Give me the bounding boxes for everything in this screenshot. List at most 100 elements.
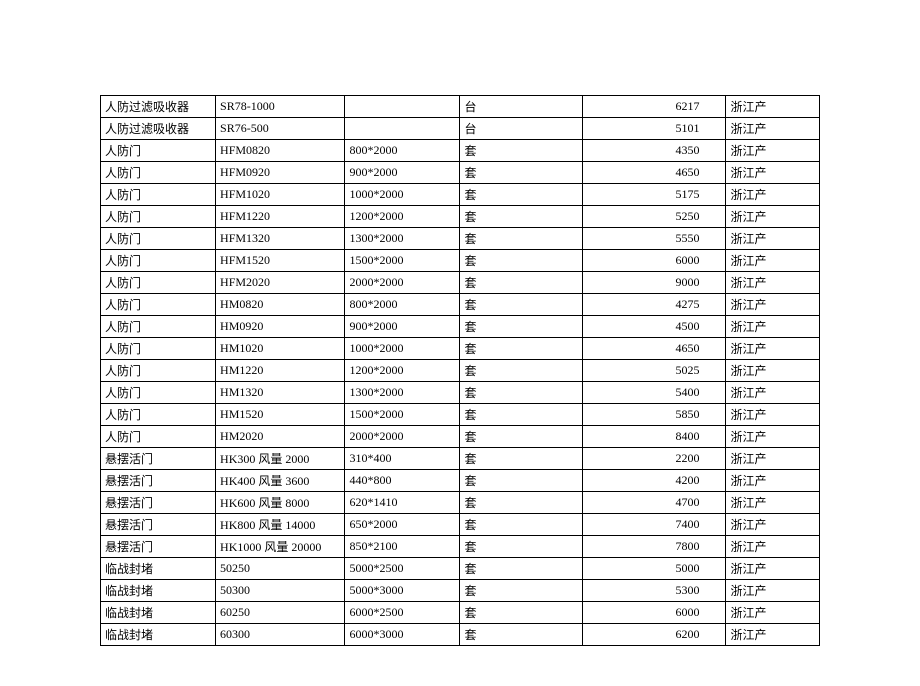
cell-name: 人防门 bbox=[101, 206, 216, 228]
cell-model: HK400 风量 3600 bbox=[216, 470, 345, 492]
cell-origin: 浙江产 bbox=[726, 184, 820, 206]
cell-origin: 浙江产 bbox=[726, 558, 820, 580]
cell-name: 人防门 bbox=[101, 272, 216, 294]
cell-name: 人防门 bbox=[101, 360, 216, 382]
cell-price: 5850 bbox=[582, 404, 726, 426]
cell-model: HM0920 bbox=[216, 316, 345, 338]
cell-unit: 套 bbox=[460, 470, 582, 492]
cell-spec: 1000*2000 bbox=[345, 184, 460, 206]
cell-model: HM1320 bbox=[216, 382, 345, 404]
cell-origin: 浙江产 bbox=[726, 470, 820, 492]
cell-spec: 6000*3000 bbox=[345, 624, 460, 646]
cell-spec: 1000*2000 bbox=[345, 338, 460, 360]
cell-name: 临战封堵 bbox=[101, 602, 216, 624]
cell-spec: 900*2000 bbox=[345, 316, 460, 338]
cell-model: SR76-500 bbox=[216, 118, 345, 140]
cell-spec: 650*2000 bbox=[345, 514, 460, 536]
table-row: 人防门HFM10201000*2000套5175浙江产 bbox=[101, 184, 820, 206]
table-row: 临战封堵602506000*2500套6000浙江产 bbox=[101, 602, 820, 624]
cell-price: 5400 bbox=[582, 382, 726, 404]
cell-spec: 1500*2000 bbox=[345, 404, 460, 426]
cell-spec: 1300*2000 bbox=[345, 228, 460, 250]
cell-model: HK600 风量 8000 bbox=[216, 492, 345, 514]
table-row: 人防门HFM13201300*2000套5550浙江产 bbox=[101, 228, 820, 250]
cell-unit: 套 bbox=[460, 228, 582, 250]
cell-price: 5175 bbox=[582, 184, 726, 206]
cell-origin: 浙江产 bbox=[726, 316, 820, 338]
cell-unit: 套 bbox=[460, 492, 582, 514]
cell-unit: 套 bbox=[460, 602, 582, 624]
cell-name: 人防门 bbox=[101, 338, 216, 360]
cell-unit: 套 bbox=[460, 360, 582, 382]
cell-origin: 浙江产 bbox=[726, 272, 820, 294]
cell-model: 60300 bbox=[216, 624, 345, 646]
cell-model: HFM1020 bbox=[216, 184, 345, 206]
cell-name: 悬摆活门 bbox=[101, 448, 216, 470]
cell-price: 5550 bbox=[582, 228, 726, 250]
table-row: 人防门HM0920900*2000套4500浙江产 bbox=[101, 316, 820, 338]
table-row: 人防过滤吸收器SR78-1000台6217浙江产 bbox=[101, 96, 820, 118]
table-row: 悬摆活门HK300 风量 2000310*400套2200浙江产 bbox=[101, 448, 820, 470]
cell-unit: 套 bbox=[460, 558, 582, 580]
cell-origin: 浙江产 bbox=[726, 162, 820, 184]
table-row: 人防门HM10201000*2000套4650浙江产 bbox=[101, 338, 820, 360]
cell-origin: 浙江产 bbox=[726, 250, 820, 272]
cell-origin: 浙江产 bbox=[726, 602, 820, 624]
cell-spec: 800*2000 bbox=[345, 140, 460, 162]
table-row: 临战封堵603006000*3000套6200浙江产 bbox=[101, 624, 820, 646]
table-row: 悬摆活门HK400 风量 3600440*800套4200浙江产 bbox=[101, 470, 820, 492]
cell-name: 人防门 bbox=[101, 140, 216, 162]
cell-price: 6200 bbox=[582, 624, 726, 646]
cell-price: 5000 bbox=[582, 558, 726, 580]
cell-origin: 浙江产 bbox=[726, 514, 820, 536]
cell-spec: 440*800 bbox=[345, 470, 460, 492]
cell-model: HM1020 bbox=[216, 338, 345, 360]
cell-origin: 浙江产 bbox=[726, 448, 820, 470]
cell-price: 8400 bbox=[582, 426, 726, 448]
cell-origin: 浙江产 bbox=[726, 294, 820, 316]
table-row: 悬摆活门HK600 风量 8000620*1410套4700浙江产 bbox=[101, 492, 820, 514]
cell-price: 5250 bbox=[582, 206, 726, 228]
cell-unit: 套 bbox=[460, 272, 582, 294]
table-row: 悬摆活门HK1000 风量 20000850*2100套7800浙江产 bbox=[101, 536, 820, 558]
cell-name: 人防门 bbox=[101, 382, 216, 404]
table-row: 人防门HFM15201500*2000套6000浙江产 bbox=[101, 250, 820, 272]
cell-origin: 浙江产 bbox=[726, 228, 820, 250]
cell-model: 50300 bbox=[216, 580, 345, 602]
cell-unit: 套 bbox=[460, 448, 582, 470]
cell-unit: 台 bbox=[460, 96, 582, 118]
cell-origin: 浙江产 bbox=[726, 492, 820, 514]
cell-name: 人防门 bbox=[101, 294, 216, 316]
cell-model: HM1520 bbox=[216, 404, 345, 426]
cell-price: 4700 bbox=[582, 492, 726, 514]
cell-price: 4275 bbox=[582, 294, 726, 316]
cell-name: 人防门 bbox=[101, 184, 216, 206]
price-table: 人防过滤吸收器SR78-1000台6217浙江产人防过滤吸收器SR76-500台… bbox=[100, 95, 820, 646]
cell-origin: 浙江产 bbox=[726, 206, 820, 228]
cell-spec: 620*1410 bbox=[345, 492, 460, 514]
cell-price: 6000 bbox=[582, 250, 726, 272]
cell-price: 4200 bbox=[582, 470, 726, 492]
cell-origin: 浙江产 bbox=[726, 580, 820, 602]
cell-model: HFM1520 bbox=[216, 250, 345, 272]
cell-unit: 套 bbox=[460, 514, 582, 536]
cell-spec: 1200*2000 bbox=[345, 206, 460, 228]
table-row: 人防门HM12201200*2000套5025浙江产 bbox=[101, 360, 820, 382]
cell-name: 人防门 bbox=[101, 404, 216, 426]
table-row: 人防门HM13201300*2000套5400浙江产 bbox=[101, 382, 820, 404]
cell-name: 临战封堵 bbox=[101, 558, 216, 580]
table-row: 人防门HM0820800*2000套4275浙江产 bbox=[101, 294, 820, 316]
cell-model: HFM1320 bbox=[216, 228, 345, 250]
cell-origin: 浙江产 bbox=[726, 338, 820, 360]
cell-model: SR78-1000 bbox=[216, 96, 345, 118]
cell-unit: 套 bbox=[460, 404, 582, 426]
cell-spec: 1200*2000 bbox=[345, 360, 460, 382]
cell-name: 人防过滤吸收器 bbox=[101, 96, 216, 118]
table-row: 人防门HFM20202000*2000套9000浙江产 bbox=[101, 272, 820, 294]
cell-origin: 浙江产 bbox=[726, 382, 820, 404]
cell-model: HK300 风量 2000 bbox=[216, 448, 345, 470]
cell-unit: 套 bbox=[460, 580, 582, 602]
table-row: 临战封堵503005000*3000套5300浙江产 bbox=[101, 580, 820, 602]
table-row: 人防门HM20202000*2000套8400浙江产 bbox=[101, 426, 820, 448]
cell-spec: 2000*2000 bbox=[345, 426, 460, 448]
